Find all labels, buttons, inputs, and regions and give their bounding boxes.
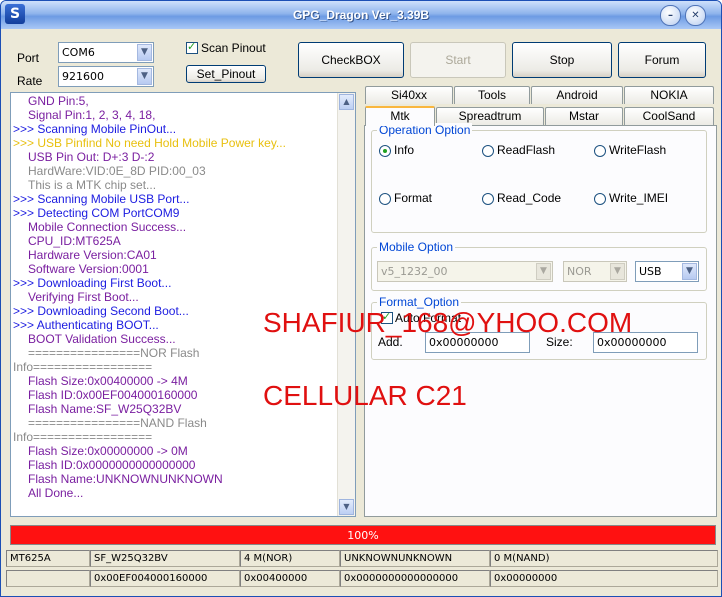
radio-read-code[interactable]: [482, 193, 494, 205]
mobile-model-select[interactable]: v5_1232_00 ▼: [377, 261, 553, 282]
log-line: Software Version:0001: [28, 262, 149, 276]
radio-readflash[interactable]: [482, 145, 494, 157]
tab-tools[interactable]: Tools: [454, 86, 530, 104]
mobile-option-title: Mobile Option: [377, 240, 456, 254]
log-line: >>> USB Pinfind No need Hold Mobile Powe…: [13, 136, 286, 150]
port-value: COM6: [62, 46, 95, 59]
watermark-email: SHAFIUR_168@YHOO.COM: [263, 307, 633, 338]
tab-android[interactable]: Android: [531, 86, 623, 104]
status-cell: [6, 570, 90, 587]
log-line: >>> Scanning Mobile PinOut...: [13, 122, 177, 136]
tab-mstar[interactable]: Mstar: [545, 107, 623, 125]
connection-select[interactable]: USB ▼: [635, 261, 699, 282]
radio-write-imei-label: Write_IMEI: [609, 191, 669, 205]
status-cell: 0x0000000000000000: [340, 570, 490, 587]
flash-type-select[interactable]: NOR ▼: [563, 261, 627, 282]
log-line: Hardware Version:CA01: [28, 248, 157, 262]
log-line: Flash Name:UNKNOWNUNKNOWN: [28, 472, 223, 486]
log-line: USB Pin Out: D+:3 D-:2: [28, 150, 155, 164]
radio-read-code-label: Read_Code: [497, 191, 562, 205]
scan-pinout-label: Scan Pinout: [201, 41, 266, 55]
log-line: Flash Size:0x00000000 -> 0M: [28, 444, 188, 458]
chevron-down-icon[interactable]: ▼: [137, 68, 152, 85]
radio-writeflash[interactable]: [594, 145, 606, 157]
forum-button[interactable]: Forum: [618, 42, 706, 78]
connection-value: USB: [639, 265, 662, 278]
rate-select[interactable]: 921600 ▼: [58, 66, 154, 87]
app-window: S GPG_Dragon Ver_3.39B – ✕ Port COM6 ▼ R…: [0, 0, 722, 597]
log-line: ================NOR Flash: [28, 346, 200, 360]
log-line: Flash ID:0x0000000000000000: [28, 458, 196, 472]
set-pinout-button[interactable]: Set_Pinout: [186, 65, 266, 83]
close-icon[interactable]: ✕: [685, 5, 706, 26]
window-title: GPG_Dragon Ver_3.39B: [292, 8, 430, 22]
status-cell: 0x00000000: [490, 570, 718, 587]
log-line: Info=================: [13, 430, 153, 444]
log-scrollbar[interactable]: ▲ ▼: [337, 93, 355, 516]
title-bar[interactable]: S GPG_Dragon Ver_3.39B – ✕: [1, 1, 721, 29]
log-line: Info=================: [13, 360, 153, 374]
status-cell: UNKNOWNUNKNOWN: [340, 550, 490, 567]
radio-format[interactable]: [379, 193, 391, 205]
rate-value: 921600: [62, 70, 104, 83]
status-cell: MT625A: [6, 550, 90, 567]
log-line: >>> Downloading First Boot...: [13, 276, 172, 290]
chevron-down-icon[interactable]: ▼: [137, 44, 152, 61]
port-select[interactable]: COM6 ▼: [58, 42, 154, 63]
minimize-icon[interactable]: –: [660, 5, 681, 26]
stop-button[interactable]: Stop: [512, 42, 612, 78]
status-row-1: MT625A SF_W25Q32BV 4 M(NOR) UNKNOWNUNKNO…: [6, 550, 718, 567]
radio-info[interactable]: [379, 145, 391, 157]
log-lines: GND Pin:5, Signal Pin:1, 2, 3, 4, 18, >>> …: [11, 94, 338, 500]
scan-pinout-checkbox[interactable]: [186, 40, 198, 54]
status-cell: SF_W25Q32BV: [90, 550, 240, 567]
checkbox-button[interactable]: CheckBOX: [298, 42, 404, 78]
tab-nokia[interactable]: NOKIA: [624, 86, 714, 104]
log-line: Mobile Connection Success...: [28, 220, 187, 234]
tab-coolsand[interactable]: CoolSand: [624, 107, 714, 125]
chevron-down-icon[interactable]: ▼: [536, 263, 551, 280]
scroll-up-icon[interactable]: ▲: [339, 94, 354, 110]
status-cell: 4 M(NOR): [240, 550, 340, 567]
log-line: Verifying First Boot...: [28, 290, 139, 304]
start-button[interactable]: Start: [410, 42, 506, 78]
rate-label: Rate: [17, 74, 43, 88]
tab-mtk[interactable]: Mtk: [365, 106, 435, 126]
status-cell: 0x00400000: [240, 570, 340, 587]
flash-type-value: NOR: [567, 265, 592, 278]
log-line: CPU_ID:MT625A: [28, 234, 121, 248]
tab-si40xx[interactable]: Si40xx: [365, 86, 453, 104]
log-line: This is a MTK chip set...: [28, 178, 157, 192]
log-line: GND Pin:5,: [28, 94, 89, 108]
status-row-2: 0x00EF004000160000 0x00400000 0x00000000…: [6, 570, 718, 587]
watermark-shop: CELLULAR C21: [263, 380, 467, 411]
log-line: >>> Detecting COM PortCOM9: [13, 206, 180, 220]
log-line: ================NAND Flash: [28, 416, 207, 430]
radio-write-imei[interactable]: [594, 193, 606, 205]
radio-info-label: Info: [394, 143, 415, 157]
port-label: Port: [17, 51, 40, 65]
chevron-down-icon[interactable]: ▼: [682, 263, 697, 280]
log-line: HardWare:VID:0E_8D PID:00_03: [28, 164, 206, 178]
mobile-model-value: v5_1232_00: [381, 265, 448, 278]
chevron-down-icon[interactable]: ▼: [610, 263, 625, 280]
log-line: >>> Scanning Mobile USB Port...: [13, 192, 190, 206]
radio-readflash-label: ReadFlash: [497, 143, 556, 157]
log-output[interactable]: GND Pin:5, Signal Pin:1, 2, 3, 4, 18, >>> …: [10, 92, 356, 517]
status-cell: 0x00EF004000160000: [90, 570, 240, 587]
progress-bar: 100%: [10, 525, 716, 545]
log-line: All Done...: [28, 486, 84, 500]
radio-format-label: Format: [394, 191, 433, 205]
log-line: Signal Pin:1, 2, 3, 4, 18,: [28, 108, 156, 122]
status-cell: 0 M(NAND): [490, 550, 718, 567]
scroll-down-icon[interactable]: ▼: [339, 499, 354, 515]
progress-text: 100%: [347, 529, 379, 542]
radio-writeflash-label: WriteFlash: [609, 143, 667, 157]
